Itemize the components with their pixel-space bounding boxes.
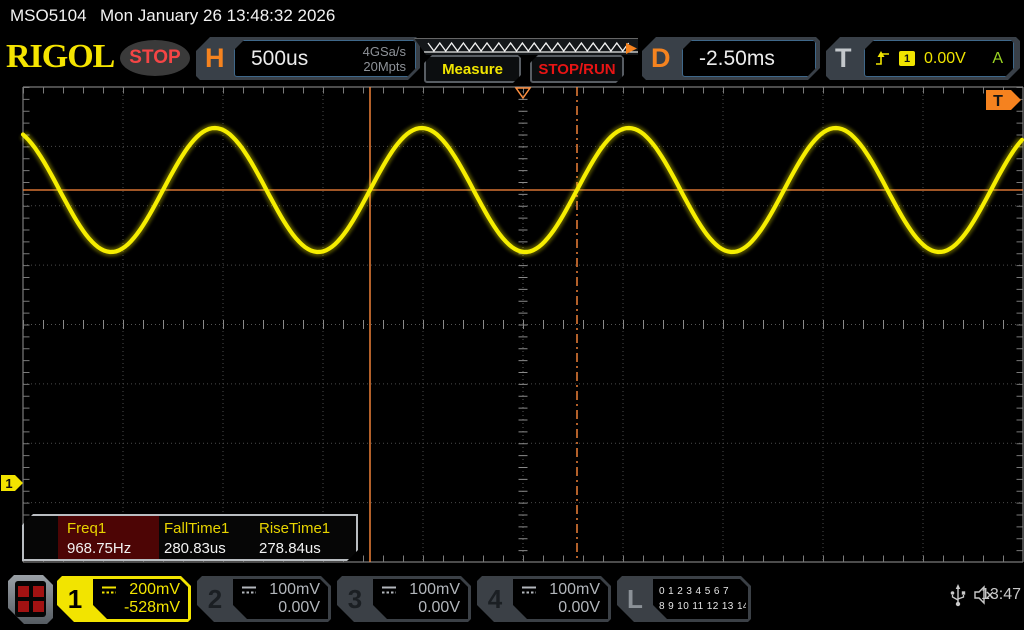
delay-settings-button[interactable]: D -2.50ms <box>642 37 820 80</box>
horizontal-settings-button[interactable]: H 500us 4GSa/s 20Mpts <box>196 37 420 80</box>
channel-3-button[interactable]: 3 100mV 0.00V <box>337 576 471 622</box>
trigger-marker-letter: T <box>993 93 1003 110</box>
memory-zigzag <box>428 43 629 51</box>
trigger-settings-button[interactable]: T 1 0.00V A <box>826 37 1020 80</box>
channel-scale: 200mV <box>129 581 180 599</box>
channel-scale: 100mV <box>549 581 600 599</box>
sample-rate-readout: 4GSa/s 20Mpts <box>363 44 406 74</box>
measurement-label: RiseTime1 <box>259 520 330 537</box>
dc-coupling-icon <box>101 586 117 595</box>
channel-readout: 100mV 0.00V <box>373 579 468 619</box>
channel-readout: 200mV -528mV <box>93 579 188 619</box>
rigol-logo: RIGOL <box>6 38 114 76</box>
dc-coupling-icon <box>381 586 397 595</box>
measurement-value: 278.84us <box>259 540 321 557</box>
measure-button-label: Measure <box>442 61 503 78</box>
memory-waveform-preview <box>414 39 638 55</box>
stop-run-button[interactable]: STOP/RUN <box>530 55 624 83</box>
sample-rate: 4GSa/s <box>363 44 406 59</box>
waveform-display-area: T 1 Freq1 968.75Hz FallTime1 280.83us Ri… <box>0 85 1024 570</box>
trigger-slope-icon <box>875 51 890 66</box>
channel-scale: 100mV <box>269 581 320 599</box>
timebase-readout: 500us 4GSa/s 20Mpts <box>234 40 416 77</box>
logic-channels-row2: 8 9 10 11 12 13 14 15 <box>659 601 746 612</box>
scope-graticule: T 1 <box>0 85 1024 570</box>
menu-grid-icon <box>15 581 46 617</box>
channel-offset: -528mV <box>124 599 180 617</box>
trigger-level-marker[interactable]: T <box>986 90 1021 110</box>
menu-grid-button[interactable] <box>8 575 53 624</box>
delay-label: D <box>651 37 671 80</box>
measurement-value: 968.75Hz <box>67 540 131 557</box>
measurement-label: Freq1 <box>67 520 106 537</box>
channel-2-button[interactable]: 2 100mV 0.00V <box>197 576 331 622</box>
system-datetime: Mon January 26 13:48:32 2026 <box>100 6 335 26</box>
dc-coupling-icon <box>241 586 257 595</box>
trigger-level-value: 0.00V <box>924 50 966 68</box>
memory-waveform-strip[interactable] <box>414 38 638 55</box>
clock: 13:47 <box>981 586 1021 604</box>
timebase-value: 500us <box>251 41 308 76</box>
delay-value: -2.50ms <box>699 41 775 76</box>
channel-number: 1 <box>57 576 93 622</box>
title-bar: MSO5104 Mon January 26 13:48:32 2026 <box>0 0 1024 30</box>
channel-scale: 100mV <box>409 581 460 599</box>
logic-channels-row1: 0 1 2 3 4 5 6 7 <box>659 586 746 597</box>
usb-icon <box>950 584 966 608</box>
trigger-readout: 1 0.00V A <box>864 40 1014 77</box>
channel-status-bar: 1 200mV -528mV 2 100mV 0.00V <box>0 570 1024 630</box>
channel-number: 3 <box>337 576 373 622</box>
channel-offset: 0.00V <box>278 599 320 617</box>
measurement-value: 280.83us <box>164 540 226 557</box>
channel-readout: 100mV 0.00V <box>513 579 608 619</box>
model-name: MSO5104 <box>10 6 87 26</box>
trigger-label: T <box>835 37 852 80</box>
logic-analyzer-label: L <box>617 576 653 622</box>
channel1-marker-number: 1 <box>5 476 12 491</box>
oscilloscope-screen: MSO5104 Mon January 26 13:48:32 2026 RIG… <box>0 0 1024 630</box>
horizontal-label: H <box>205 37 225 80</box>
memory-depth: 20Mpts <box>363 59 406 74</box>
trigger-source-badge: 1 <box>899 51 915 66</box>
channel-readout: 100mV 0.00V <box>233 579 328 619</box>
acquisition-status-button[interactable]: STOP <box>120 40 190 76</box>
channel1-position-marker[interactable]: 1 <box>1 475 23 491</box>
measure-button[interactable]: Measure <box>424 55 521 83</box>
top-toolbar: RIGOL STOP H 500us 4GSa/s 20Mpts Measure <box>0 30 1024 85</box>
measurement-panel[interactable]: Freq1 968.75Hz FallTime1 280.83us RiseTi… <box>22 514 358 561</box>
measurement-label: FallTime1 <box>164 520 229 537</box>
logic-analyzer-button[interactable]: L 0 1 2 3 4 5 6 7 8 9 10 11 12 13 14 15 <box>617 576 751 622</box>
channel-offset: 0.00V <box>558 599 600 617</box>
dc-coupling-icon <box>521 586 537 595</box>
channel-4-button[interactable]: 4 100mV 0.00V <box>477 576 611 622</box>
logic-channels-readout: 0 1 2 3 4 5 6 7 8 9 10 11 12 13 14 15 <box>653 579 748 619</box>
channel-number: 4 <box>477 576 513 622</box>
channel-1-button[interactable]: 1 200mV -528mV <box>57 576 191 622</box>
stop-run-button-label: STOP/RUN <box>538 61 615 78</box>
delay-readout: -2.50ms <box>682 40 816 77</box>
channel-number: 2 <box>197 576 233 622</box>
trigger-mode: A <box>992 50 1003 68</box>
channel-offset: 0.00V <box>418 599 460 617</box>
